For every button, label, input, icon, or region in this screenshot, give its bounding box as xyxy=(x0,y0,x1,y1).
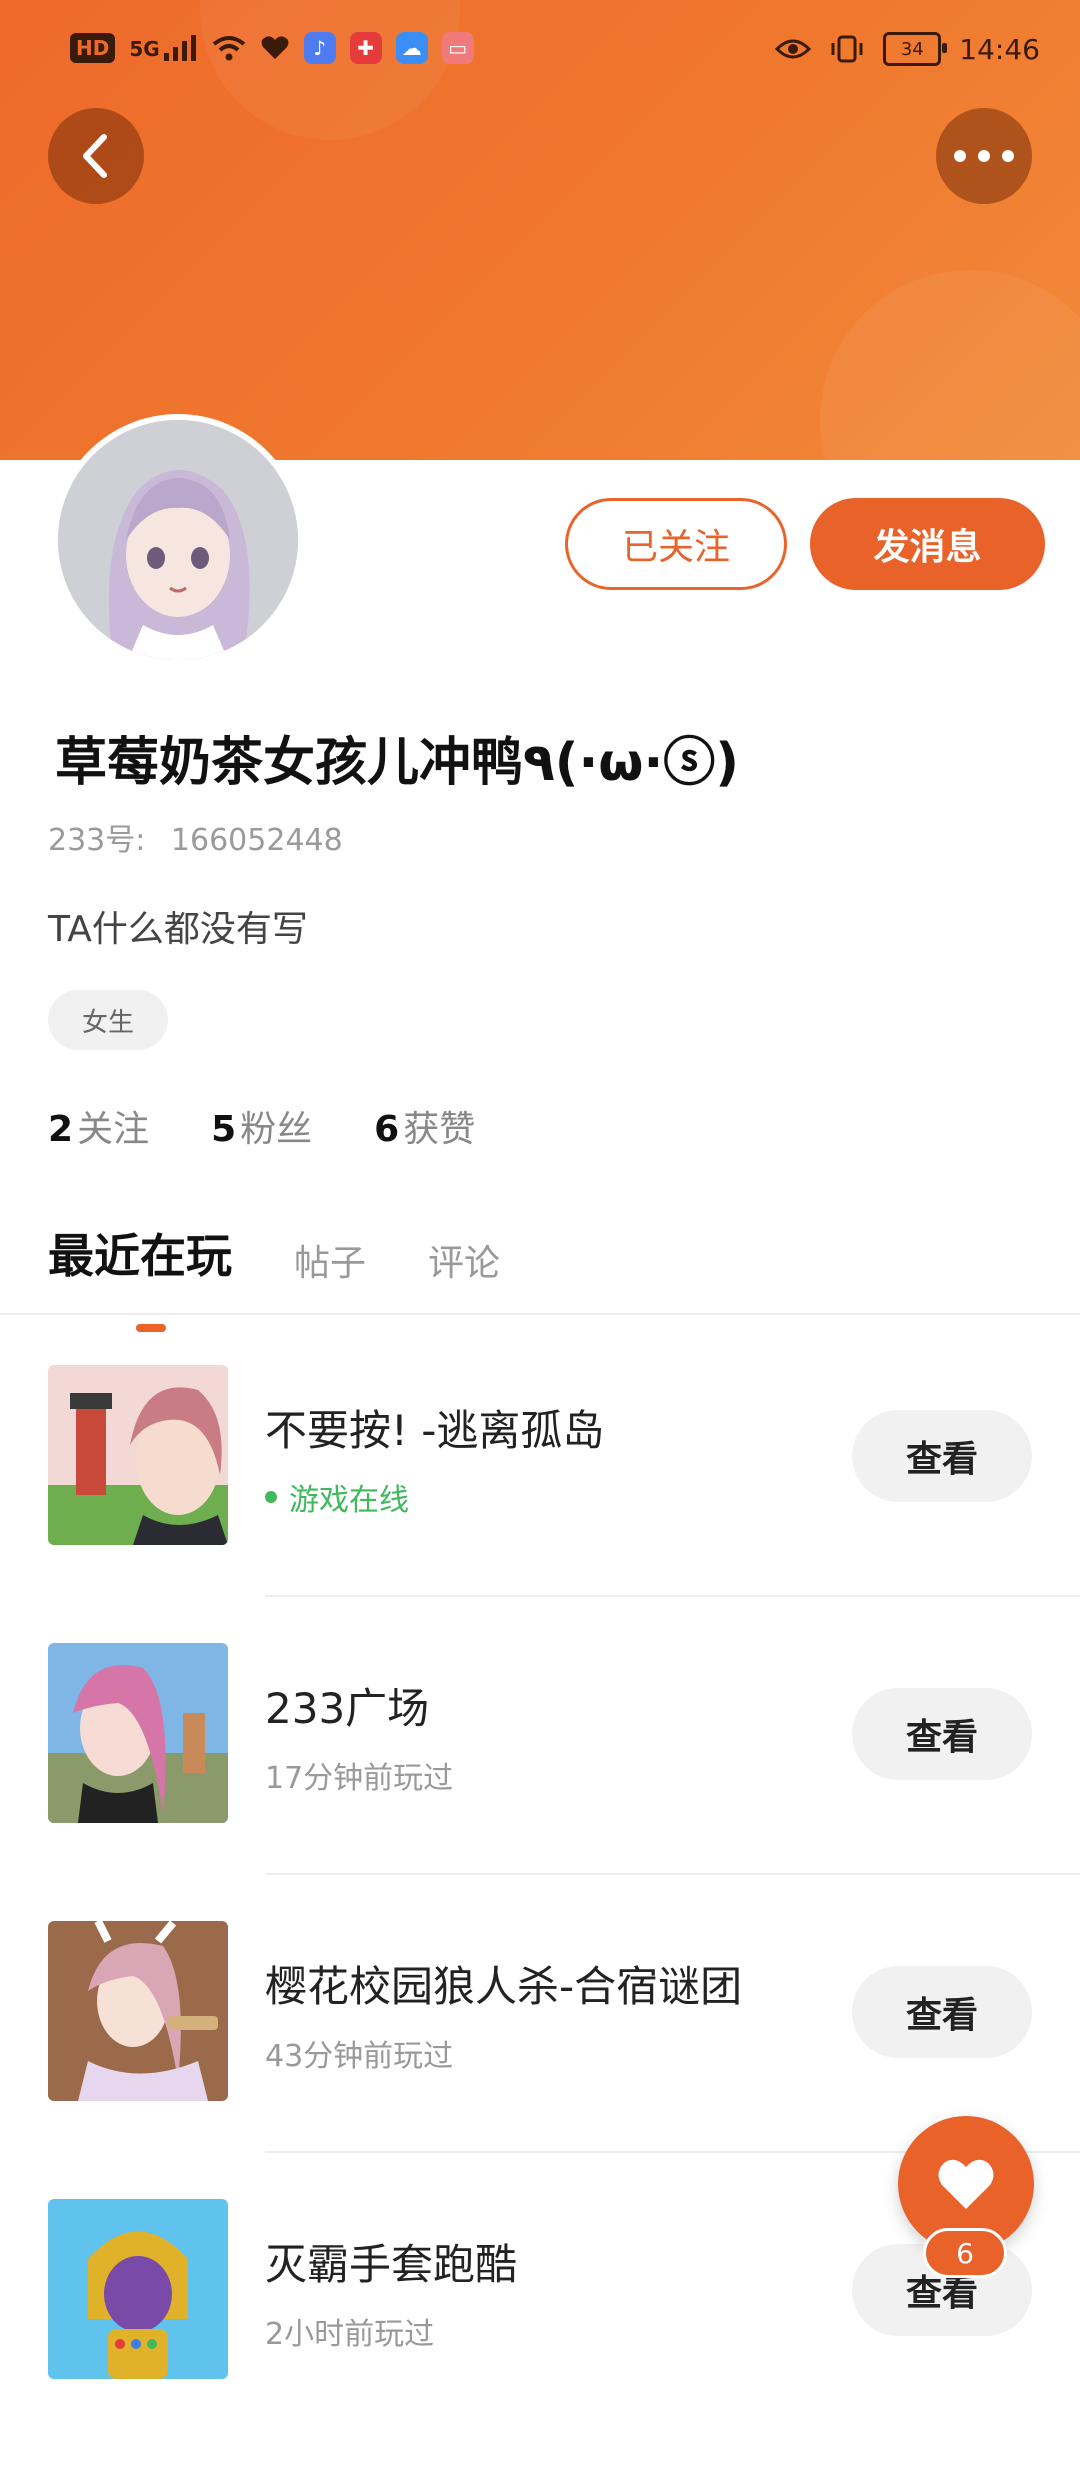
game-thumbnail xyxy=(48,1921,228,2101)
view-game-button[interactable]: 查看 xyxy=(852,1410,1032,1502)
bio: TA什么都没有写 xyxy=(48,909,308,950)
send-message-button[interactable]: 发消息 xyxy=(810,498,1045,590)
game-title: 不要按! -逃离孤岛 xyxy=(265,1406,605,1455)
clock: 14:46 xyxy=(959,32,1040,66)
game-title: 樱花校园狼人杀-合宿谜团 xyxy=(265,1962,743,2011)
list-item[interactable]: 灭霸手套跑酷 2小时前玩过 查看 xyxy=(0,2199,1080,2477)
tabs-divider xyxy=(0,1313,1080,1315)
status-bar: HD 5G ♪ ✚ ☁ ▭ 34 14:46 xyxy=(0,0,1080,100)
wifi-icon xyxy=(212,36,245,61)
game-last-played: 43分钟前玩过 xyxy=(265,2039,454,2074)
battery-indicator: 34 xyxy=(883,32,948,66)
tab-comments[interactable]: 评论 xyxy=(428,1234,500,1286)
game-thumbnail xyxy=(48,1643,228,1823)
shop-app-icon: ▭ xyxy=(441,32,474,64)
back-button[interactable] xyxy=(48,108,144,204)
followed-button[interactable]: 已关注 xyxy=(565,498,787,590)
more-options-button[interactable] xyxy=(936,108,1032,204)
row-divider xyxy=(265,1873,1080,1875)
game-thumbnail xyxy=(48,1365,228,1545)
username: 草莓奶茶女孩儿冲鸭٩(·ω·ⓢ) xyxy=(55,733,740,793)
avatar[interactable] xyxy=(52,414,304,666)
list-item[interactable]: 233广场 17分钟前玩过 查看 xyxy=(0,1643,1080,1921)
user-id-value: 166052448 xyxy=(170,823,343,858)
health-app-icon: ✚ xyxy=(349,32,382,64)
gender-tag: 女生 xyxy=(48,990,168,1050)
5g-signal-icon: 5G xyxy=(129,35,197,61)
more-dots-icon xyxy=(954,150,1014,162)
like-count-badge: 6 xyxy=(923,2228,1007,2278)
game-title: 233广场 xyxy=(265,1684,430,1733)
game-thumbnail xyxy=(48,2199,228,2379)
likes-stat: 6 获赞 xyxy=(374,1109,476,1150)
cloud-app-icon: ☁ xyxy=(395,32,428,64)
tab-recently-played[interactable]: 最近在玩 xyxy=(48,1220,232,1332)
row-divider xyxy=(265,1595,1080,1597)
heart-link-icon xyxy=(261,36,289,59)
view-game-button[interactable]: 查看 xyxy=(852,1688,1032,1780)
online-dot-icon xyxy=(265,1491,277,1503)
game-status-online: 游戏在线 xyxy=(265,1475,409,1519)
chevron-left-icon xyxy=(83,134,107,178)
vibrate-icon xyxy=(831,35,863,63)
user-id-label: 233号: xyxy=(48,823,146,858)
user-id: 233号: 166052448 xyxy=(48,815,343,859)
music-app-icon: ♪ xyxy=(303,32,336,64)
list-item[interactable]: 不要按! -逃离孤岛 游戏在线 查看 xyxy=(0,1365,1080,1643)
game-last-played: 2小时前玩过 xyxy=(265,2317,435,2352)
profile-tabs: 最近在玩 帖子 评论 xyxy=(48,1220,500,1332)
game-title: 灭霸手套跑酷 xyxy=(265,2240,518,2289)
eye-icon xyxy=(775,39,812,59)
heart-icon xyxy=(938,2159,994,2209)
avatar-image xyxy=(58,420,298,660)
tab-posts[interactable]: 帖子 xyxy=(294,1234,366,1286)
hd-indicator: HD xyxy=(70,33,116,63)
fans-stat[interactable]: 5 粉丝 xyxy=(211,1100,312,1152)
view-game-button[interactable]: 查看 xyxy=(852,1966,1032,2058)
profile-stats: 2 关注 5 粉丝 6 获赞 xyxy=(48,1100,475,1152)
game-last-played: 17分钟前玩过 xyxy=(265,1761,454,1796)
following-stat[interactable]: 2 关注 xyxy=(48,1100,149,1152)
